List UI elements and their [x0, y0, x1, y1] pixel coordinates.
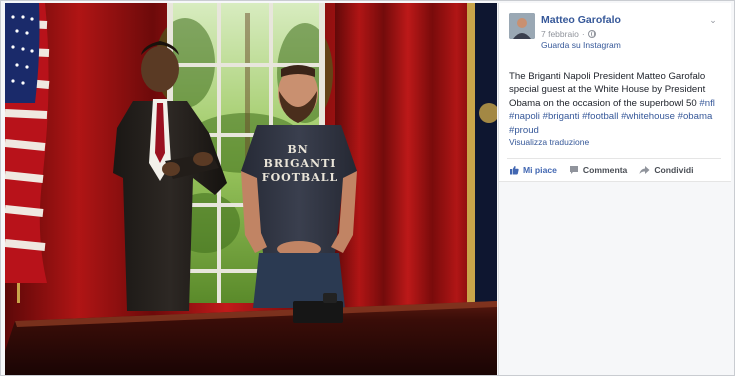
- shirt-text-top: BRIGANTI: [264, 157, 337, 170]
- hashtag[interactable]: #napoli: [509, 111, 540, 122]
- meta-separator: ·: [581, 29, 585, 39]
- translate-link[interactable]: Visualizza traduzione: [509, 137, 589, 147]
- hashtag[interactable]: #proud: [509, 125, 539, 136]
- share-arrow-icon: [639, 165, 650, 174]
- like-button[interactable]: Mi piace: [509, 165, 557, 175]
- action-bar: Mi piace Commenta Condividi: [507, 158, 721, 180]
- post-panel: Matteo Garofalo 7 febbraio · Guarda su I…: [498, 3, 731, 375]
- globe-icon: [587, 30, 596, 38]
- post-header: Matteo Garofalo 7 febbraio · Guarda su I…: [509, 13, 721, 53]
- post-text: The Briganti Napoli President Matteo Gar…: [509, 70, 719, 137]
- hashtag[interactable]: #obama: [678, 111, 713, 122]
- source-link[interactable]: Guarda su Instagram: [541, 40, 621, 50]
- speech-bubble-icon: [569, 165, 578, 174]
- share-button[interactable]: Condividi: [639, 164, 694, 175]
- like-label: Mi piace: [523, 164, 557, 175]
- author-name[interactable]: Matteo Garofalo: [541, 14, 621, 26]
- post-text-body: The Briganti Napoli President Matteo Gar…: [509, 71, 706, 109]
- post-meta: 7 febbraio ·: [541, 29, 596, 39]
- hashtag[interactable]: #briganti: [543, 111, 580, 122]
- hashtag[interactable]: #nfl: [699, 98, 714, 109]
- photo-illustration: BN BRIGANTI FOOTBALL: [5, 3, 497, 375]
- thumbs-up-icon: [510, 165, 519, 174]
- shirt-logo: BN: [287, 143, 308, 156]
- comments-area: [499, 181, 731, 375]
- photo-viewer: BN BRIGANTI FOOTBALL Matteo Garofalo 7 f…: [0, 0, 735, 376]
- comment-button[interactable]: Commenta: [569, 165, 627, 175]
- share-label: Condividi: [654, 164, 694, 175]
- comment-label: Commenta: [582, 164, 628, 175]
- hashtag[interactable]: #whitehouse: [621, 111, 675, 122]
- post-date[interactable]: 7 febbraio: [541, 29, 579, 39]
- post-photo[interactable]: BN BRIGANTI FOOTBALL: [5, 3, 497, 375]
- shirt-text-bottom: FOOTBALL: [262, 171, 338, 184]
- chevron-down-icon[interactable]: ⌄: [707, 15, 719, 25]
- avatar[interactable]: [509, 13, 535, 39]
- hashtag[interactable]: #football: [582, 111, 618, 122]
